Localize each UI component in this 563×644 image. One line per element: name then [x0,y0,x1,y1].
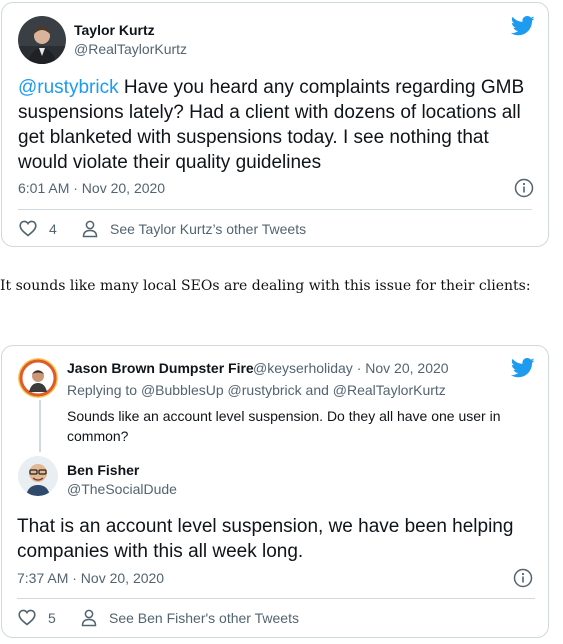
author-name[interactable]: Taylor Kurtz [74,22,155,38]
person-icon [81,609,97,627]
replying-to: Replying to @BubblesUp @rustybrick and @… [67,382,446,398]
tweet-text: That is an account level suspension, we … [17,516,514,562]
tweet-card-taylor-kurtz[interactable]: Taylor Kurtz @RealTaylorKurtz @rustybric… [1,2,549,247]
info-icon[interactable] [514,178,534,198]
other-tweets-link[interactable]: See Ben Fisher's other Tweets [81,609,299,627]
timestamp[interactable]: 6:01 AM · Nov 20, 2020 [18,180,165,196]
avatar-jason-brown[interactable] [18,358,58,398]
tweet-text: @rustybrick Have you heard any complaint… [18,75,528,175]
mention-link[interactable]: @rustybrick [18,77,119,98]
like-count: 4 [49,220,57,237]
heart-icon [18,609,36,626]
other-tweets-label: See Taylor Kurtz’s other Tweets [110,221,307,237]
twitter-bird-icon[interactable] [511,358,535,378]
quoted-author-handle[interactable]: @keyserholiday [253,360,353,376]
avatar-taylor-kurtz[interactable] [18,16,66,64]
quoted-tweet-text: Sounds like an account level suspension.… [67,408,501,444]
author-handle[interactable]: @RealTaylorKurtz [74,41,187,57]
avatar-ben-fisher[interactable] [18,456,58,496]
other-tweets-label: See Ben Fisher's other Tweets [109,610,299,626]
twitter-bird-icon[interactable] [511,16,535,36]
thread-line [39,400,41,452]
article-paragraph: It sounds like many local SEOs are deali… [0,278,531,294]
quoted-author-name[interactable]: Jason Brown Dumpster Fire [67,360,254,376]
author-handle[interactable]: @TheSocialDude [67,481,177,497]
author-name[interactable]: Ben Fisher [67,462,139,478]
divider [17,598,535,599]
heart-icon [19,220,37,237]
like-button[interactable]: 4 [19,220,57,237]
divider [18,209,532,210]
timestamp[interactable]: 7:37 AM · Nov 20, 2020 [17,570,164,586]
quoted-author-meta: @keyserholiday · Nov 20, 2020 [253,360,449,376]
quoted-date[interactable]: Nov 20, 2020 [365,360,448,376]
person-icon [82,220,98,238]
like-count: 5 [48,609,56,626]
like-button[interactable]: 5 [18,609,56,626]
separator: · [352,360,366,376]
info-icon[interactable] [513,568,533,588]
replying-prefix: Replying to [67,382,141,398]
other-tweets-link[interactable]: See Taylor Kurtz’s other Tweets [82,220,306,238]
replying-to-links[interactable]: @BubblesUp @rustybrick and @RealTaylorKu… [141,382,446,398]
